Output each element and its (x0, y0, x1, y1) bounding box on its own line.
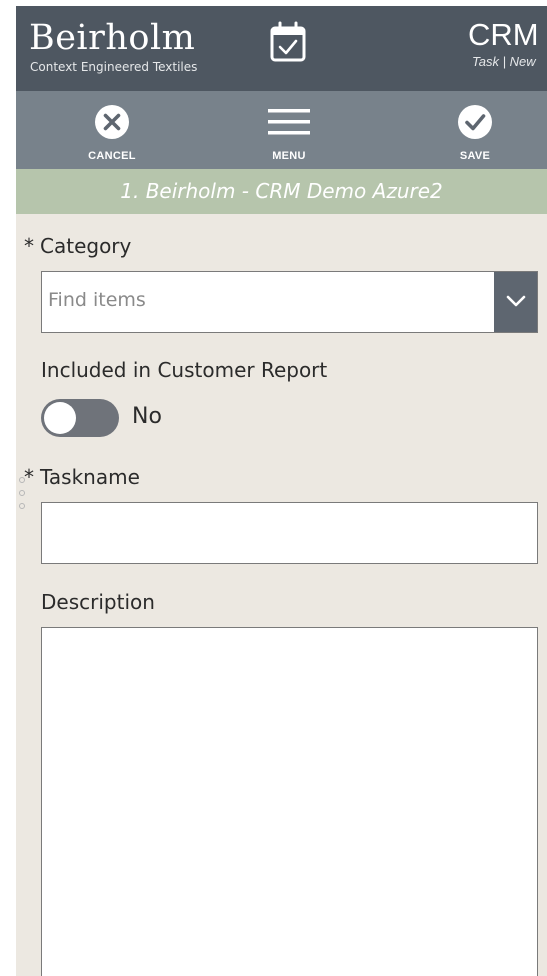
customer-report-value: No (132, 404, 162, 429)
calendar-check-icon (270, 21, 306, 62)
save-label: SAVE (459, 150, 491, 162)
hamburger-menu-icon (268, 109, 310, 135)
app-frame: Beirholm Context Engineered Textiles CRM… (16, 6, 547, 976)
menu-label: MENU (272, 150, 306, 162)
brand-logo-name: Beirholm (29, 18, 196, 58)
cancel-button[interactable]: CANCEL (67, 91, 157, 169)
record-title-banner: 1. Beirholm - CRM Demo Azure2 (16, 169, 547, 214)
customer-report-toggle[interactable] (41, 399, 119, 437)
taskname-input[interactable] (41, 502, 538, 564)
app-title: CRM (468, 17, 539, 52)
action-toolbar: CANCEL MENU SAVE (16, 91, 547, 169)
app-subtitle: Task | New (472, 54, 536, 69)
drag-handle-dot (19, 503, 25, 509)
category-dropdown-toggle[interactable] (494, 272, 537, 332)
required-marker: * (24, 465, 34, 489)
close-circle-icon (95, 105, 129, 139)
chevron-down-icon (506, 295, 526, 307)
description-textarea[interactable] (41, 627, 538, 976)
category-label: Category (40, 234, 132, 258)
toggle-knob (44, 402, 76, 434)
app-header: Beirholm Context Engineered Textiles CRM… (16, 6, 547, 91)
drag-handle-dot (19, 490, 25, 496)
category-dropdown[interactable]: Find items (41, 271, 538, 333)
description-label: Description (41, 590, 155, 614)
required-marker: * (24, 234, 34, 258)
customer-report-label: Included in Customer Report (41, 358, 328, 382)
menu-button[interactable]: MENU (244, 91, 334, 169)
brand-tagline: Context Engineered Textiles (30, 60, 198, 74)
checkmark-circle-icon (458, 105, 492, 139)
category-search-placeholder: Find items (48, 289, 146, 311)
cancel-label: CANCEL (88, 150, 136, 162)
save-button[interactable]: SAVE (430, 91, 520, 169)
taskname-label: Taskname (40, 465, 140, 489)
